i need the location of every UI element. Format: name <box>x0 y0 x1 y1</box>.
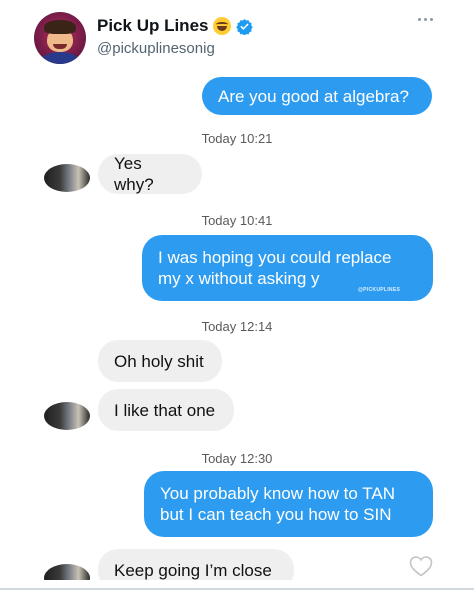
message-text: Yes why? <box>114 154 154 194</box>
message-text: Oh holy shit <box>114 351 204 371</box>
tweet-header: Pick Up Lines @pickuplinesonig <box>0 0 474 72</box>
message-line: but I can teach you how to SIN <box>160 505 392 524</box>
timestamp: Today 12:30 <box>201 451 273 466</box>
message-bubble-incoming: Oh holy shit <box>98 340 222 382</box>
profile-avatar[interactable] <box>34 12 86 64</box>
message-bubble-outgoing: Are you good at algebra? <box>202 77 432 115</box>
message-line: my x without asking y <box>158 269 320 288</box>
message-line: I was hoping you could replace <box>158 248 392 267</box>
message-line: You probably know how to TAN <box>160 484 395 503</box>
message-bubble-outgoing: You probably know how to TAN but I can t… <box>144 471 433 537</box>
divider <box>0 588 474 590</box>
message-text: Are you good at algebra? <box>218 86 409 106</box>
contact-avatar <box>44 402 90 430</box>
more-options-icon[interactable] <box>418 18 433 21</box>
timestamp: Today 10:41 <box>201 213 273 228</box>
timestamp: Today 10:21 <box>201 131 273 146</box>
message-text: Keep going I’m close <box>114 560 272 580</box>
contact-avatar <box>44 564 90 580</box>
heart-outline-icon[interactable] <box>409 555 433 577</box>
chat-screenshot: Are you good at algebra? Today 10:21 Yes… <box>0 72 474 580</box>
laughing-emoji-icon <box>213 17 232 35</box>
message-bubble-incoming: Yes why? <box>98 154 202 194</box>
message-bubble-incoming: I like that one <box>98 389 234 431</box>
message-text: I like that one <box>114 400 216 420</box>
name-row: Pick Up Lines <box>97 16 254 36</box>
user-handle[interactable]: @pickuplinesonig <box>97 40 215 57</box>
timestamp: Today 12:14 <box>201 319 273 334</box>
display-name[interactable]: Pick Up Lines <box>97 16 208 36</box>
message-bubble-incoming: Keep going I’m close <box>98 549 294 580</box>
verified-badge-icon <box>236 18 254 35</box>
message-bubble-outgoing: I was hoping you could replace my x with… <box>142 235 433 301</box>
watermark: @PICKUPLINES <box>358 287 401 293</box>
contact-avatar <box>44 164 90 192</box>
